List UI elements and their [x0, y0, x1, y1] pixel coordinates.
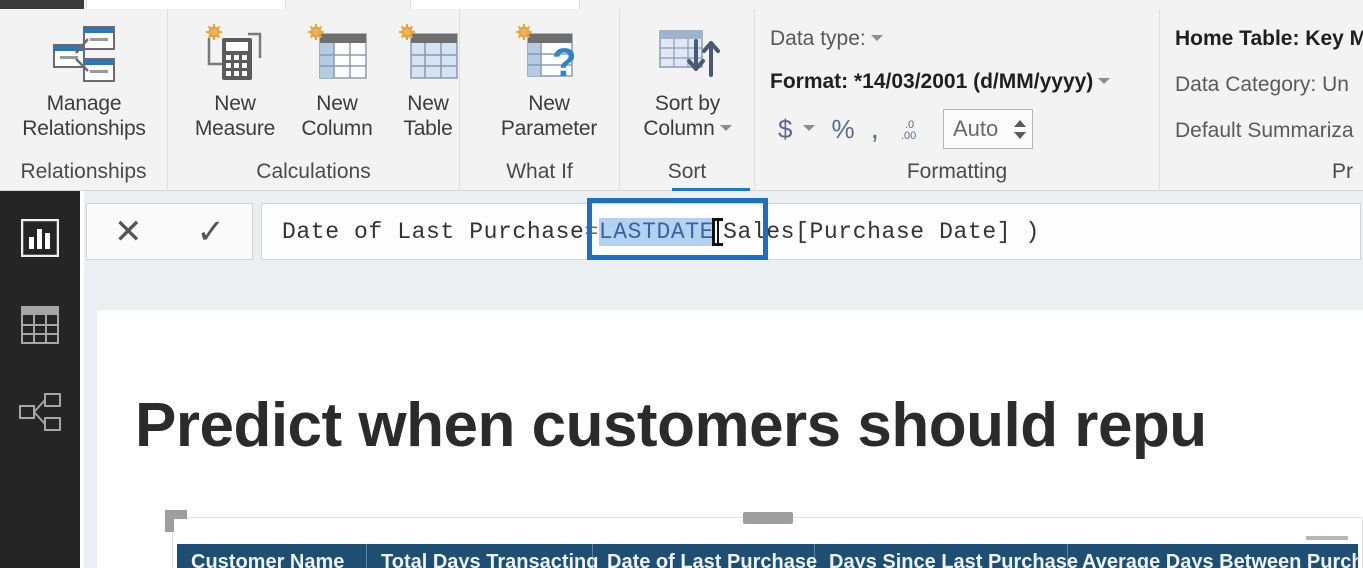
page-title: Predict when customers should repu — [135, 391, 1207, 460]
table-grid-icon — [21, 305, 59, 349]
group-label-relationships: Relationships — [0, 157, 168, 191]
table-column-header-avg-days-between-purchases[interactable]: Average Days Between Purcha — [1068, 544, 1358, 568]
ribbon-body: Manage Relationships New Measure New Col… — [0, 9, 1363, 157]
manage-relationships-button[interactable]: Manage Relationships — [8, 17, 160, 141]
table-column-header-total-days-transacting[interactable]: Total Days Transacting — [367, 544, 598, 568]
new-measure-label-2: Measure — [194, 117, 276, 140]
formula-input[interactable]: Date of Last Purchase = LASTDATE Sales[P… — [261, 203, 1361, 260]
ribbon: Manage Relationships New Measure New Col… — [0, 9, 1363, 191]
new-measure-label-1: New — [214, 92, 256, 115]
table-column-header-days-since-last-purchase[interactable]: Days Since Last Purchase — [815, 544, 1078, 568]
sidebar-item-report-view[interactable] — [0, 207, 80, 273]
data-type-row[interactable]: Data type: — [770, 27, 883, 51]
new-column-label-2: Column — [301, 117, 373, 140]
formula-equals: = — [584, 218, 599, 245]
table-column-icon — [282, 17, 392, 91]
sort-by-column-label-2: Column — [624, 116, 751, 141]
table-column-header-customer-name[interactable]: Customer Name — [177, 544, 367, 568]
formula-prefix: Date of Last Purchase — [282, 218, 585, 245]
tabstrip-tab-1[interactable] — [86, 0, 286, 9]
table-column-header-date-of-last-purchase[interactable]: Date of Last Purchase — [593, 544, 817, 568]
power-bi-window: Manage Relationships New Measure New Col… — [0, 0, 1363, 568]
formula-suffix: Sales[Purchase Date] ) — [723, 218, 1040, 245]
manage-relationships-label-1: Manage — [46, 92, 122, 115]
new-parameter-button[interactable]: ? New Parameter — [474, 17, 624, 141]
sort-by-column-label-1: Sort by — [654, 92, 721, 115]
decimal-places-icon[interactable]: .0 .00 — [889, 115, 937, 144]
relationships-icon — [8, 17, 160, 91]
manage-relationships-label-2: Relationships — [22, 117, 146, 140]
stepper-up-icon[interactable] — [1014, 119, 1027, 127]
new-column-button[interactable]: New Column — [282, 17, 392, 141]
new-parameter-label-2: Parameter — [500, 117, 598, 140]
new-parameter-label-1: New — [528, 92, 570, 115]
format-icon-row: $ % , .0 .00 Auto — [772, 109, 1034, 149]
new-table-label-1: New — [407, 92, 449, 115]
group-label-calculations: Calculations — [168, 157, 460, 191]
report-page[interactable]: Predict when customers should repu Custo… — [97, 310, 1363, 568]
ibeam-cursor-icon — [713, 217, 724, 246]
chevron-down-icon[interactable] — [719, 125, 732, 132]
sort-by-column-button[interactable]: Sort by Column — [624, 17, 751, 141]
new-measure-button[interactable]: New Measure — [176, 17, 294, 141]
decimal-places-stepper[interactable]: Auto — [942, 109, 1034, 149]
sidebar-item-model-view[interactable] — [0, 381, 80, 447]
data-type-label: Data type: — [770, 27, 866, 50]
default-summarization-label[interactable]: Default Summariza — [1175, 119, 1354, 143]
group-label-sort: Sort — [620, 157, 755, 191]
sort-arrows-icon — [624, 17, 751, 91]
accept-check-icon[interactable]: ✓ — [197, 215, 226, 249]
tabstrip-dark-segment — [0, 0, 84, 9]
ribbon-tabstrip — [0, 0, 1363, 9]
formula-bar: ✕ ✓ Date of Last Purchase = LASTDATE Sal… — [84, 191, 1363, 271]
table-icon — [382, 17, 474, 91]
format-row[interactable]: Format: *14/03/2001 (d/MM/yyyy) — [770, 70, 1111, 94]
group-label-whatif: What If — [460, 157, 620, 191]
group-label-formatting: Formatting — [755, 157, 1160, 191]
format-chevron-down-icon[interactable] — [1098, 78, 1111, 85]
stepper-down-icon[interactable] — [1014, 131, 1027, 139]
sidebar-item-data-view[interactable] — [0, 294, 80, 360]
tabstrip-tab-2[interactable] — [410, 0, 580, 9]
home-table-label: Home Table: Key M — [1175, 27, 1363, 50]
decimal-places-value: Auto — [952, 116, 999, 141]
formula-bar-buttons: ✕ ✓ — [86, 203, 253, 260]
data-category-label[interactable]: Data Category: Un — [1175, 73, 1349, 97]
percent-icon[interactable]: % — [825, 114, 860, 144]
table-visual[interactable]: Customer Name Total Days Transacting Dat… — [165, 510, 1363, 568]
calculator-icon — [176, 17, 294, 91]
svg-text:.00: .00 — [901, 130, 916, 141]
group-label-properties: Pr — [1332, 160, 1353, 183]
new-table-label-2: Table — [403, 117, 453, 140]
format-label: Format: *14/03/2001 (d/MM/yyyy) — [770, 70, 1094, 93]
resize-handle-top-center[interactable] — [742, 512, 793, 524]
new-column-label-1: New — [316, 92, 358, 115]
table-header-row: Customer Name Total Days Transacting Dat… — [177, 544, 1358, 568]
bar-chart-icon — [20, 218, 60, 262]
currency-chevron-down-icon[interactable] — [803, 125, 816, 131]
svg-text:?: ? — [552, 41, 576, 84]
sort-by-column-label-2-text: Column — [643, 117, 715, 140]
formula-selected-token[interactable]: LASTDATE — [598, 217, 715, 246]
comma-separator-icon[interactable]: , — [861, 114, 889, 144]
currency-dollar-icon[interactable]: $ — [772, 114, 798, 144]
ribbon-group-labels: Relationships Calculations What If Sort … — [0, 157, 1363, 191]
view-sidebar — [0, 191, 80, 568]
resize-handle-top-left[interactable] — [165, 510, 187, 532]
cancel-x-icon[interactable]: ✕ — [114, 215, 143, 249]
model-relationships-icon — [19, 392, 61, 436]
data-type-chevron-down-icon[interactable] — [870, 35, 883, 42]
new-table-button[interactable]: New Table — [382, 17, 474, 141]
table-question-icon: ? — [474, 17, 624, 91]
report-canvas-area: Predict when customers should repu Custo… — [84, 271, 1363, 568]
stepper-arrows[interactable] — [1014, 119, 1027, 139]
